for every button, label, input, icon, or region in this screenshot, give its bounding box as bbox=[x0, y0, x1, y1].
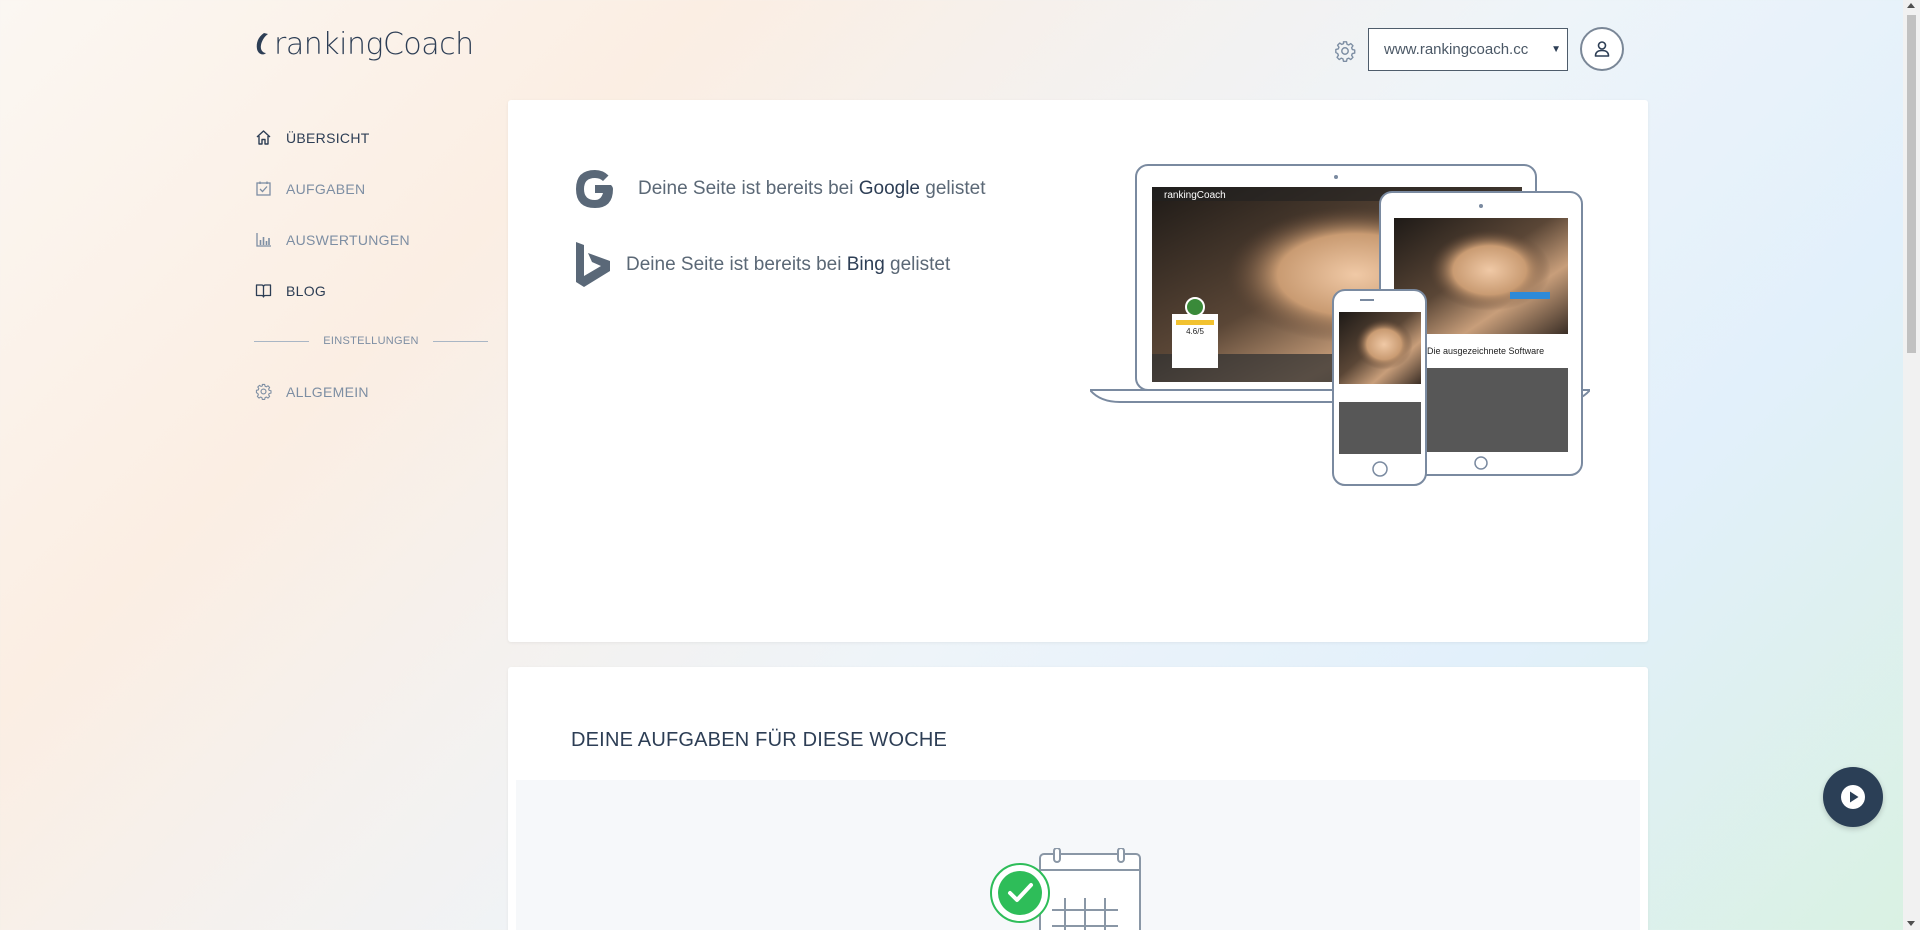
app-logo[interactable]: rankingCoach bbox=[254, 26, 474, 62]
bing-listing-text: Deine Seite ist bereits bei Bing geliste… bbox=[626, 254, 950, 276]
settings-gear-icon[interactable] bbox=[1334, 40, 1356, 62]
laptop-brand-text: rankingCoach bbox=[1164, 190, 1226, 201]
sidebar-item-label: AUFGABEN bbox=[286, 180, 366, 197]
sidebar-item-label: AUSWERTUNGEN bbox=[286, 231, 410, 248]
bar-chart-icon bbox=[254, 231, 272, 249]
search-listing-card: Deine Seite ist bereits bei Google gelis… bbox=[508, 100, 1648, 642]
sidebar-item-blog[interactable]: BLOG bbox=[254, 265, 488, 316]
caret-down-icon: ▼ bbox=[1551, 44, 1561, 55]
video-help-button[interactable] bbox=[1823, 767, 1883, 827]
weekly-tasks-panel bbox=[516, 780, 1640, 930]
weekly-tasks-title: DEINE AUFGABEN FÜR DIESE WOCHE bbox=[571, 729, 948, 751]
google-listing-text: Deine Seite ist bereits bei Google gelis… bbox=[638, 178, 986, 200]
gear-icon bbox=[254, 383, 272, 401]
logo-leaf-icon bbox=[256, 33, 268, 55]
play-icon bbox=[1841, 785, 1865, 809]
home-icon bbox=[254, 129, 272, 147]
sidebar-item-aufgaben[interactable]: AUFGABEN bbox=[254, 163, 488, 214]
divider-line bbox=[254, 340, 310, 342]
user-icon bbox=[1594, 41, 1610, 57]
user-account-button[interactable] bbox=[1580, 27, 1624, 71]
search-engine-name: Bing bbox=[846, 254, 885, 275]
listing-suffix: gelistet bbox=[925, 178, 986, 199]
sidebar-item-label: ALLGEMEIN bbox=[286, 383, 369, 400]
divider-line bbox=[432, 340, 488, 342]
search-engine-name: Google bbox=[858, 178, 921, 199]
tablet-heading-text: Die ausgezeichnete Software bbox=[1427, 346, 1544, 356]
listing-prefix: Deine Seite ist bereits bei bbox=[626, 254, 842, 275]
book-icon bbox=[254, 282, 272, 300]
sidebar-item-auswertungen[interactable]: AUSWERTUNGEN bbox=[254, 214, 488, 265]
listing-suffix: gelistet bbox=[890, 254, 951, 275]
scroll-up-arrow-icon[interactable] bbox=[1907, 3, 1915, 8]
rating-text: 4.6/5 bbox=[1186, 327, 1204, 336]
google-icon bbox=[576, 170, 613, 208]
sidebar-item-label: BLOG bbox=[286, 282, 327, 299]
sidebar-item-label: ÜBERSICHT bbox=[286, 129, 370, 146]
scroll-down-arrow-icon[interactable] bbox=[1907, 921, 1915, 926]
weekly-tasks-card: DEINE AUFGABEN FÜR DIESE WOCHE bbox=[508, 667, 1648, 930]
bing-listing: Deine Seite ist bereits bei Bing geliste… bbox=[570, 240, 950, 290]
settings-section-divider: EINSTELLUNGEN bbox=[254, 316, 488, 366]
sidebar-item-allgemein[interactable]: ALLGEMEIN bbox=[254, 366, 488, 417]
listing-prefix: Deine Seite ist bereits bei bbox=[638, 178, 854, 199]
checklist-icon bbox=[254, 180, 272, 198]
page-scrollbar[interactable] bbox=[1903, 0, 1920, 930]
devices-illustration: rankingCoach 4.6/5 Die ausgezeichnete So… bbox=[1090, 164, 1590, 486]
sidebar-nav: ÜBERSICHT AUFGABEN AUSWERTUNGEN BLOG EIN… bbox=[254, 112, 488, 417]
domain-select-value: www.rankingcoach.cc bbox=[1384, 41, 1529, 58]
logo-text: rankingCoach bbox=[274, 26, 474, 62]
google-listing: Deine Seite ist bereits bei Google gelis… bbox=[570, 164, 986, 214]
sidebar-item-uebersicht[interactable]: ÜBERSICHT bbox=[254, 112, 488, 163]
calendar-check-icon bbox=[990, 848, 1141, 930]
scrollbar-thumb[interactable] bbox=[1907, 15, 1916, 353]
settings-section-label: EINSTELLUNGEN bbox=[323, 335, 419, 347]
bing-icon bbox=[576, 242, 610, 287]
domain-select[interactable]: www.rankingcoach.cc ▼ bbox=[1368, 28, 1568, 71]
